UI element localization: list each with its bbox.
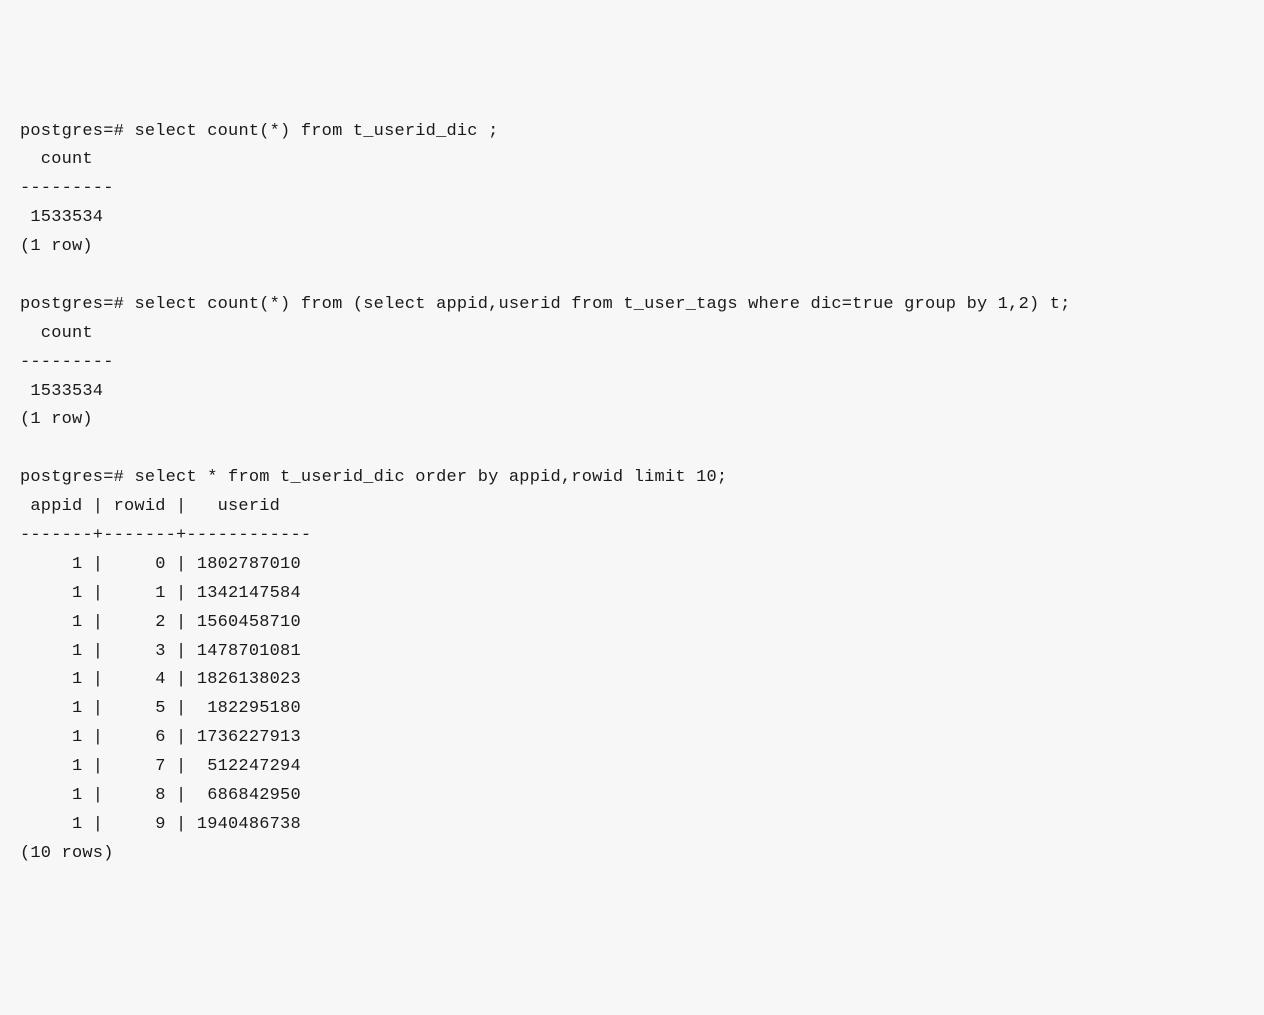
query-2-result: 1533534 — [20, 382, 103, 401]
table-row: 1 | 4 | 1826138023 — [20, 670, 301, 689]
query-1-header: count — [20, 150, 114, 169]
query-1-result: 1533534 — [20, 208, 103, 227]
table-row: 1 | 8 | 686842950 — [20, 786, 301, 805]
terminal-output: postgres=# select count(*) from t_userid… — [20, 118, 1244, 869]
table-row: 1 | 7 | 512247294 — [20, 757, 301, 776]
query-1-footer: (1 row) — [20, 237, 93, 256]
query-1-separator: --------- — [20, 179, 114, 198]
table-row: 1 | 6 | 1736227913 — [20, 728, 301, 747]
table-row: 1 | 2 | 1560458710 — [20, 613, 301, 632]
prompt-3: postgres=# — [20, 468, 124, 487]
table-row: 1 | 3 | 1478701081 — [20, 642, 301, 661]
query-3-header: appid | rowid | userid — [20, 497, 311, 516]
query-2-header: count — [20, 324, 114, 343]
query-2-sql: select count(*) from (select appid,useri… — [134, 295, 1070, 314]
prompt-2: postgres=# — [20, 295, 124, 314]
query-2-separator: --------- — [20, 353, 114, 372]
table-row: 1 | 9 | 1940486738 — [20, 815, 301, 834]
query-3-separator: -------+-------+------------ — [20, 526, 311, 545]
query-2-footer: (1 row) — [20, 410, 93, 429]
prompt-1: postgres=# — [20, 122, 124, 141]
query-3-footer: (10 rows) — [20, 844, 114, 863]
table-row: 1 | 5 | 182295180 — [20, 699, 301, 718]
table-row: 1 | 1 | 1342147584 — [20, 584, 301, 603]
query-1-sql: select count(*) from t_userid_dic ; — [134, 122, 498, 141]
query-3-sql: select * from t_userid_dic order by appi… — [134, 468, 727, 487]
table-row: 1 | 0 | 1802787010 — [20, 555, 301, 574]
